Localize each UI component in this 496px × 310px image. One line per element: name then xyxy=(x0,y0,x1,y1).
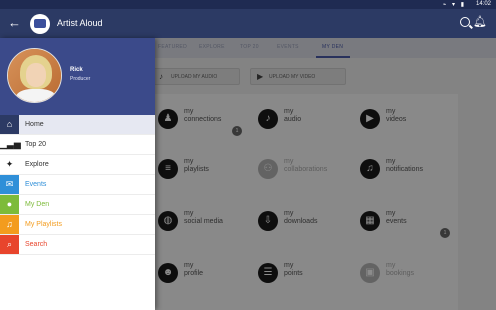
drawer-item-search[interactable]: ⌕ Search xyxy=(0,235,155,255)
drawer-item-label: Events xyxy=(25,181,47,188)
events-icon: ✉ xyxy=(0,175,19,194)
drawer-item-label: My Playlists xyxy=(25,221,62,228)
app-bar: ← Artist Aloud 🔔︎ xyxy=(0,9,496,38)
user-role: Producer xyxy=(70,76,91,82)
drawer-item-home[interactable]: ⌂ Home xyxy=(0,115,155,135)
drawer-item-my-playlists[interactable]: ♫ My Playlists xyxy=(0,215,155,235)
avatar-icon: ● xyxy=(0,195,19,214)
drawer-item-events[interactable]: ✉ Events xyxy=(0,175,155,195)
drawer-item-explore[interactable]: ✦ Explore xyxy=(0,155,155,175)
drawer-item-label: Home xyxy=(25,121,44,128)
avatar[interactable] xyxy=(7,48,62,103)
explore-icon: ✦ xyxy=(0,155,19,174)
drawer-header: Rick Producer xyxy=(0,38,155,115)
playlist-icon: ♫ xyxy=(0,215,19,234)
drawer-item-label: Explore xyxy=(25,161,49,168)
drawer-item-my-den[interactable]: ● My Den xyxy=(0,195,155,215)
drawer-item-label: My Den xyxy=(25,201,50,208)
home-icon: ⌂ xyxy=(0,115,19,134)
drawer-item-label: Search xyxy=(25,241,48,248)
status-time: 14:02 xyxy=(475,1,491,7)
status-icons: ⌁ ▾ ▮ xyxy=(442,2,466,8)
drawer-item-top-20[interactable]: ▁▃▅ Top 20 xyxy=(0,135,155,155)
navigation-drawer: Rick Producer ⌂ Home ▁▃▅ Top 20 ✦ Explore ✉ Eve… xyxy=(0,38,155,310)
app-title: Artist Aloud xyxy=(57,18,103,28)
bell-icon[interactable]: 🔔︎ xyxy=(473,15,487,28)
chart-icon: ▁▃▅ xyxy=(0,135,21,154)
search-icon[interactable] xyxy=(460,17,470,27)
user-name: Rick xyxy=(70,67,83,73)
drawer-item-label: Top 20 xyxy=(25,141,47,148)
status-bar: ⌁ ▾ ▮ 14:02 xyxy=(0,0,496,9)
search-icon: ⌕ xyxy=(0,235,19,254)
arrow-left-icon[interactable]: ← xyxy=(8,15,21,30)
app-logo-icon xyxy=(30,14,50,34)
